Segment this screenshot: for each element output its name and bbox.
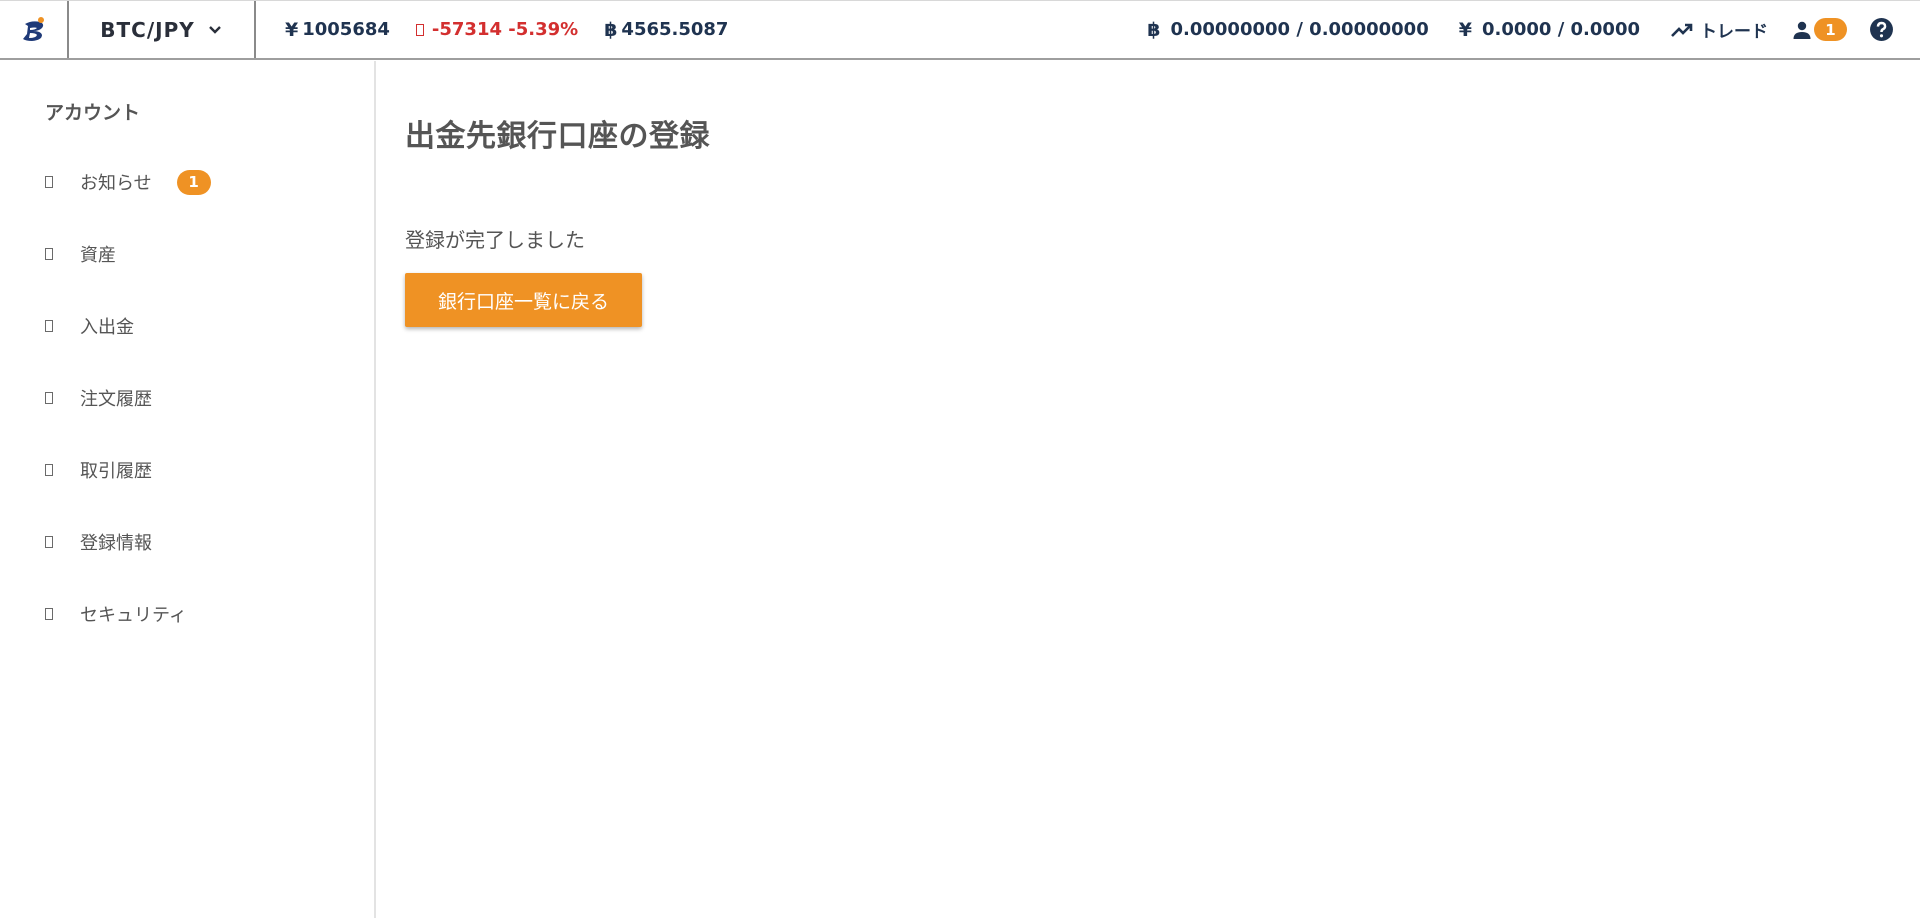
btc-volume-value: 4565.5087 — [621, 19, 729, 40]
price-change-value: -57314 -5.39% — [431, 19, 579, 40]
shield-icon — [45, 608, 53, 620]
trade-history-icon — [45, 464, 53, 476]
trade-label: トレード — [1700, 22, 1768, 42]
trade-link[interactable]: トレード — [1670, 17, 1768, 42]
jpy-balance: ¥ 0.0000 / 0.0000 — [1459, 19, 1640, 41]
sidebar-heading: アカウント — [45, 102, 141, 124]
page-title: 出金先銀行口座の登録 — [405, 119, 710, 154]
sidebar-item-label: 資産 — [80, 245, 116, 266]
yen-icon: ¥ — [1458, 18, 1472, 41]
sidebar-item-label: 注文履歴 — [80, 389, 152, 410]
sidebar: アカウント お知らせ 1 資産 入出金 注文履歴 取引履歴 登録情報 セキュリテ… — [0, 61, 376, 918]
user-menu[interactable]: 1 — [1790, 18, 1847, 42]
down-arrow-icon — [415, 23, 424, 36]
btc-balance: ฿ 0.00000000 / 0.00000000 — [1147, 19, 1428, 41]
header-right: ฿ 0.00000000 / 0.00000000 ¥ 0.0000 / 0.0… — [1147, 17, 1920, 42]
jpy-balance-value: 0.0000 / 0.0000 — [1481, 19, 1640, 40]
sidebar-item-label: セキュリティ — [80, 605, 187, 626]
help-icon[interactable] — [1869, 17, 1894, 42]
price-change: -57314 -5.39% — [415, 19, 579, 40]
bitcoin-icon: ฿ — [1147, 18, 1161, 41]
last-price-value: 1005684 — [302, 19, 390, 40]
logo[interactable] — [0, 1, 69, 58]
back-to-bank-list-button[interactable]: 銀行口座一覧に戻る — [405, 273, 642, 327]
notification-icon — [45, 176, 53, 188]
sidebar-item-security[interactable]: セキュリティ — [45, 599, 187, 629]
ticker: ¥ 1005684 -57314 -5.39% ฿ 4565.5087 — [285, 19, 754, 41]
pair-selector[interactable]: BTC/JPY — [69, 1, 256, 58]
btc-balance-value: 0.00000000 / 0.00000000 — [1170, 19, 1429, 40]
order-history-icon — [45, 392, 53, 404]
bitcoin-icon: ฿ — [604, 18, 618, 41]
sidebar-item-label: お知らせ — [80, 173, 152, 194]
last-price: ¥ 1005684 — [285, 19, 390, 41]
trending-up-icon — [1671, 23, 1693, 37]
deposit-withdraw-icon — [45, 320, 53, 332]
user-icon — [1793, 21, 1811, 39]
sidebar-item-label: 登録情報 — [80, 533, 152, 554]
pair-label: BTC/JPY — [100, 17, 195, 42]
sidebar-item-order-history[interactable]: 注文履歴 — [45, 383, 152, 413]
sidebar-item-notifications[interactable]: お知らせ 1 — [45, 167, 211, 197]
notification-badge: 1 — [176, 169, 211, 195]
top-bar: BTC/JPY ¥ 1005684 -57314 -5.39% ฿ 4565.5… — [0, 0, 1920, 60]
sidebar-item-label: 取引履歴 — [80, 461, 152, 482]
user-notification-badge: 1 — [1814, 18, 1847, 41]
completion-message: 登録が完了しました — [405, 228, 585, 252]
sidebar-item-registration-info[interactable]: 登録情報 — [45, 527, 152, 557]
sidebar-item-assets[interactable]: 資産 — [45, 239, 116, 269]
sidebar-item-deposit-withdraw[interactable]: 入出金 — [45, 311, 134, 341]
registration-icon — [45, 536, 53, 548]
main-content: 出金先銀行口座の登録 登録が完了しました 銀行口座一覧に戻る — [378, 61, 1920, 918]
bitpoint-logo-icon — [22, 16, 44, 41]
chevron-down-icon — [208, 25, 221, 34]
btc-volume: ฿ 4565.5087 — [604, 19, 728, 41]
yen-icon: ¥ — [285, 18, 299, 41]
sidebar-item-label: 入出金 — [80, 317, 134, 338]
assets-icon — [45, 248, 53, 260]
sidebar-item-trade-history[interactable]: 取引履歴 — [45, 455, 152, 485]
